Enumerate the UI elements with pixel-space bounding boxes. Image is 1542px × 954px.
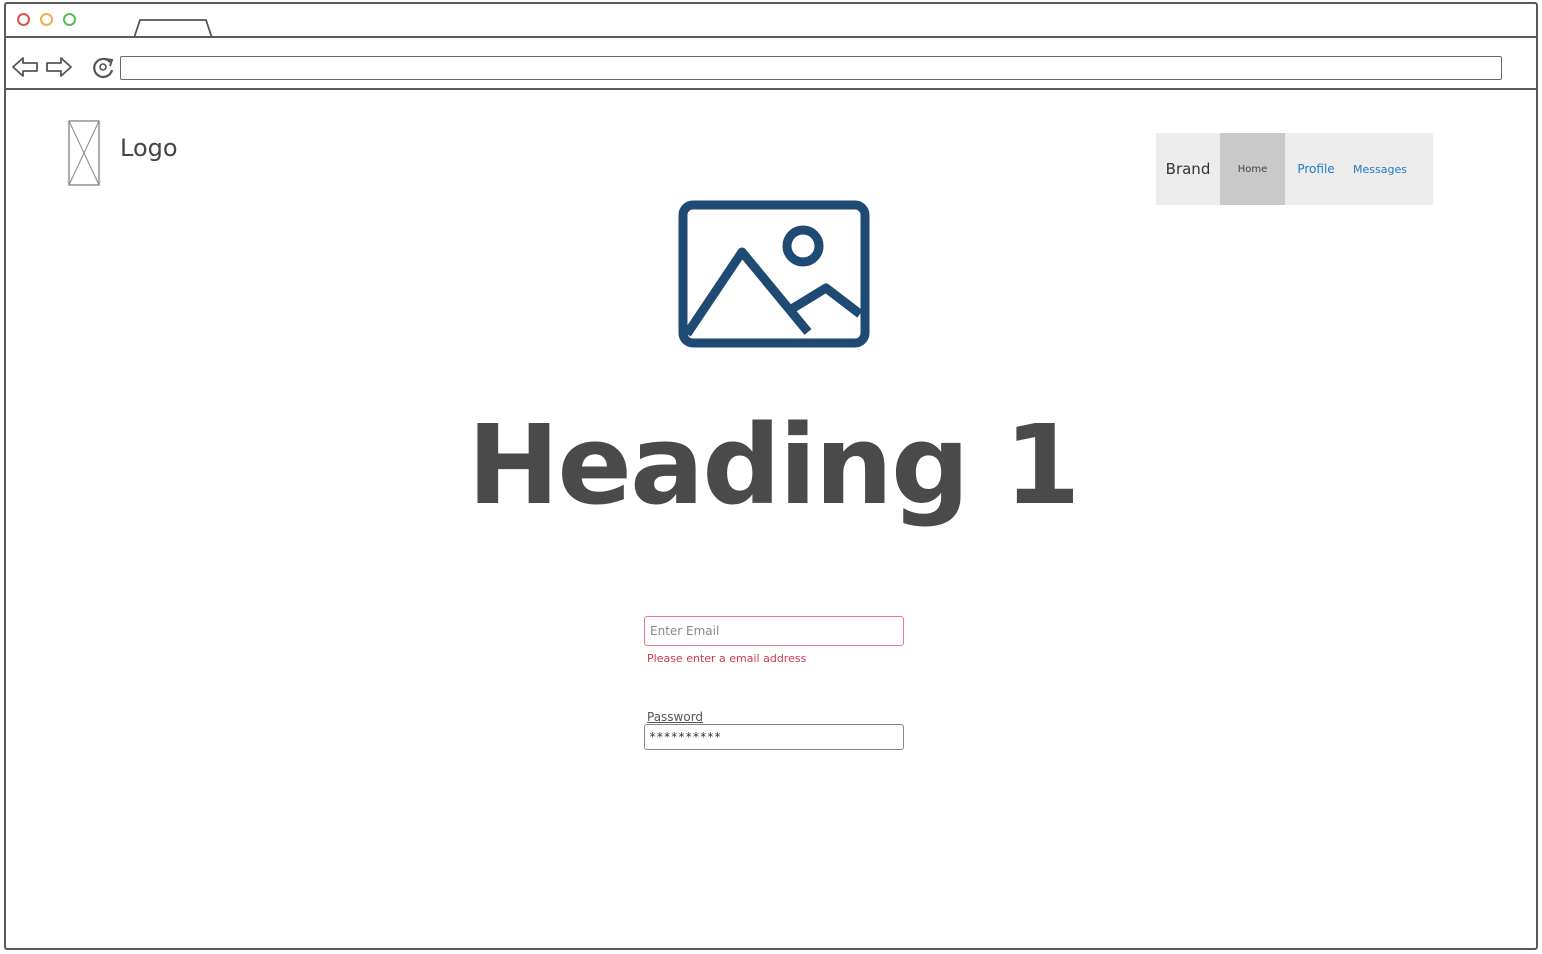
- email-error-message: Please enter a email address: [647, 652, 807, 665]
- reload-icon[interactable]: [90, 54, 118, 80]
- email-field[interactable]: [644, 616, 904, 646]
- site-navigation: Brand Home Profile Messages: [1156, 133, 1433, 205]
- nav-brand[interactable]: Brand: [1156, 160, 1220, 178]
- browser-tab[interactable]: [134, 18, 214, 38]
- password-field[interactable]: [644, 724, 904, 750]
- browser-toolbar: [6, 38, 1536, 90]
- close-window-button[interactable]: [17, 13, 30, 26]
- image-icon: [678, 200, 870, 348]
- logo-label: Logo: [120, 134, 178, 162]
- arrow-left-icon[interactable]: [10, 54, 40, 80]
- password-label: Password: [647, 710, 704, 724]
- page-heading: Heading 1: [467, 401, 1080, 529]
- address-bar[interactable]: [120, 56, 1502, 80]
- minimize-window-button[interactable]: [40, 13, 53, 26]
- title-bar: [6, 4, 1536, 38]
- nav-item-profile[interactable]: Profile: [1285, 133, 1347, 205]
- maximize-window-button[interactable]: [63, 13, 76, 26]
- nav-item-messages[interactable]: Messages: [1347, 133, 1413, 205]
- arrow-right-icon[interactable]: [44, 54, 74, 80]
- browser-window: Logo Brand Home Profile Messages Heading…: [4, 2, 1538, 950]
- page-content: Logo Brand Home Profile Messages Heading…: [6, 90, 1536, 948]
- logo-image-placeholder: [68, 120, 100, 186]
- nav-item-home[interactable]: Home: [1220, 133, 1285, 205]
